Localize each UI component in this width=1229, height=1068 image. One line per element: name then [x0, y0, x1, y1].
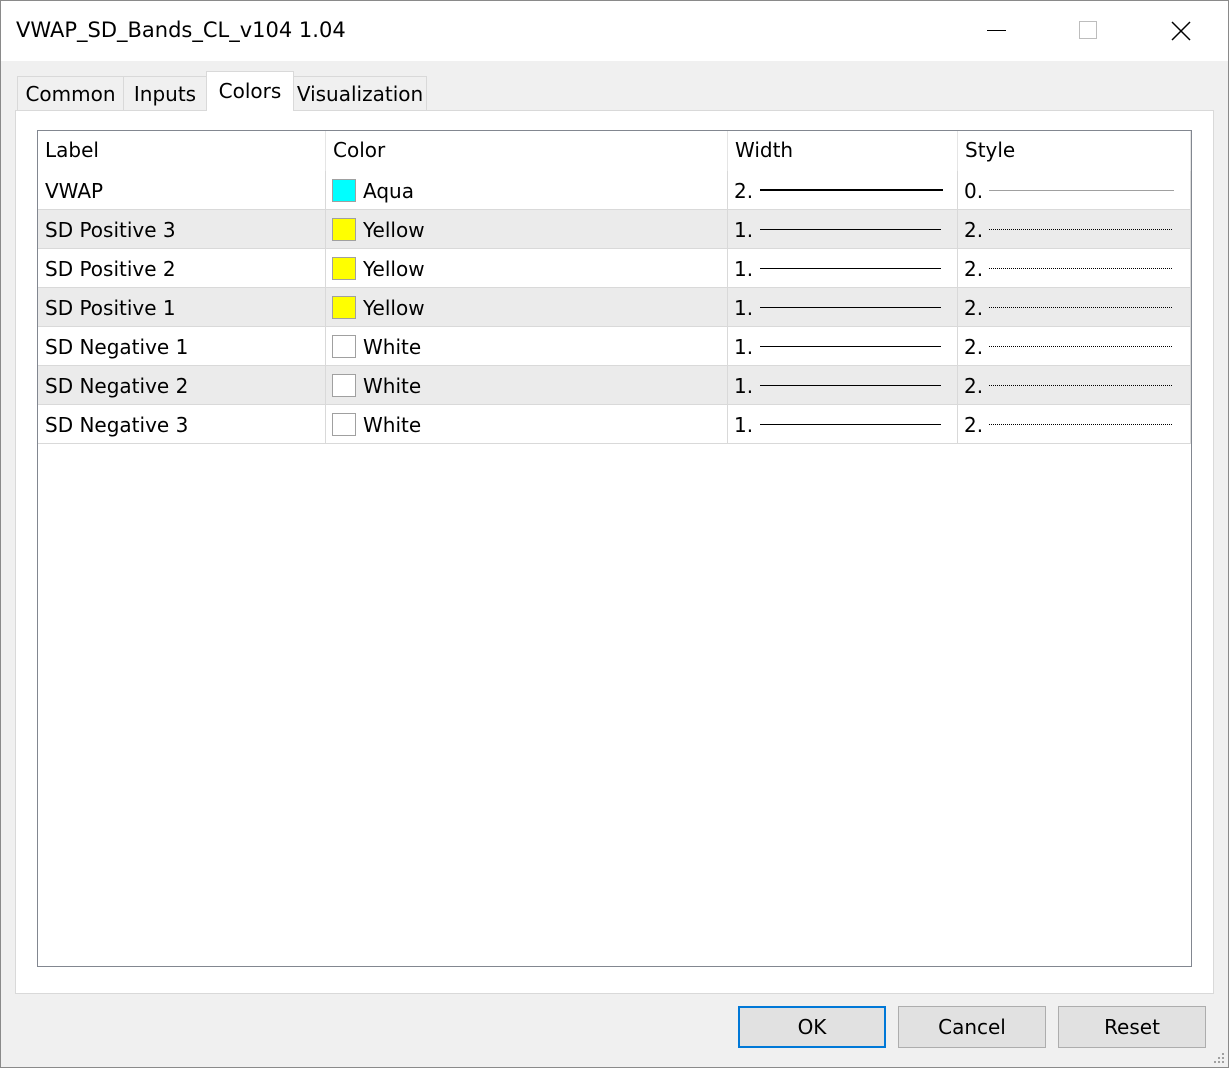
column-separator	[957, 249, 958, 287]
color-name[interactable]: White	[363, 405, 663, 443]
column-separator	[1190, 405, 1191, 443]
line-width-preview[interactable]	[760, 346, 941, 347]
column-separator	[957, 171, 958, 209]
column-header-label[interactable]: Label	[38, 131, 326, 171]
color-name[interactable]: Yellow	[363, 249, 663, 287]
row-label: VWAP	[45, 179, 104, 203]
column-separator	[1190, 249, 1191, 287]
row-label: SD Positive 1	[45, 296, 176, 320]
color-swatch[interactable]	[332, 257, 356, 280]
cancel-button[interactable]: Cancel	[898, 1006, 1046, 1048]
column-separator	[1190, 366, 1191, 404]
column-separator	[957, 210, 958, 248]
tab-visualization[interactable]: Visualization	[293, 76, 427, 110]
reset-button[interactable]: Reset	[1058, 1006, 1206, 1048]
column-separator	[957, 327, 958, 365]
color-swatch[interactable]	[332, 335, 356, 358]
table-row[interactable]: SD Negative 3 White 1. 2.	[38, 405, 1191, 444]
column-separator	[727, 288, 728, 326]
column-divider[interactable]	[727, 131, 728, 171]
color-name[interactable]: White	[363, 327, 663, 365]
column-divider[interactable]	[325, 131, 326, 171]
maximize-button[interactable]	[1043, 1, 1135, 61]
column-divider[interactable]	[1190, 131, 1191, 171]
colors-list[interactable]: Label Color Width Style VWAP Aqua 2. 0. SD P…	[37, 130, 1192, 967]
column-header-style[interactable]: Style	[958, 131, 1191, 171]
column-separator	[957, 288, 958, 326]
line-width-preview[interactable]	[760, 268, 941, 269]
column-separator	[727, 249, 728, 287]
column-separator	[727, 405, 728, 443]
column-separator	[325, 288, 326, 326]
resize-grip-icon[interactable]	[1213, 1052, 1225, 1064]
color-swatch[interactable]	[332, 179, 356, 202]
column-separator	[325, 210, 326, 248]
color-name[interactable]: Aqua	[363, 171, 663, 209]
table-row[interactable]: VWAP Aqua 2. 0.	[38, 171, 1191, 210]
line-width-preview[interactable]	[760, 424, 941, 425]
column-separator	[1190, 327, 1191, 365]
column-header-width[interactable]: Width	[728, 131, 958, 171]
tab-colors[interactable]: Colors	[206, 71, 294, 111]
color-swatch[interactable]	[332, 218, 356, 241]
row-label: SD Negative 1	[45, 335, 189, 359]
color-name[interactable]: Yellow	[363, 210, 663, 248]
close-icon	[1171, 21, 1191, 41]
row-label: SD Negative 3	[45, 413, 189, 437]
line-style-preview[interactable]	[989, 190, 1174, 191]
color-name[interactable]: Yellow	[363, 288, 663, 326]
line-style-preview[interactable]	[989, 385, 1172, 386]
column-separator	[727, 210, 728, 248]
line-width-preview[interactable]	[760, 385, 941, 386]
ok-button[interactable]: OK	[738, 1006, 886, 1048]
tab-inputs[interactable]: Inputs	[123, 76, 207, 110]
color-swatch[interactable]	[332, 413, 356, 436]
line-width-preview[interactable]	[760, 189, 943, 191]
table-row[interactable]: SD Positive 2 Yellow 1. 2.	[38, 249, 1191, 288]
column-header-color[interactable]: Color	[326, 131, 728, 171]
line-style-preview[interactable]	[989, 346, 1172, 347]
minimize-button[interactable]	[951, 1, 1043, 61]
table-row[interactable]: SD Negative 1 White 1. 2.	[38, 327, 1191, 366]
column-separator	[1190, 210, 1191, 248]
color-swatch[interactable]	[332, 296, 356, 319]
column-separator	[325, 405, 326, 443]
column-separator	[1190, 171, 1191, 209]
row-label: SD Positive 3	[45, 218, 176, 242]
table-row[interactable]: SD Negative 2 White 1. 2.	[38, 366, 1191, 405]
line-style-preview[interactable]	[989, 268, 1172, 269]
column-separator	[1190, 288, 1191, 326]
column-separator	[727, 366, 728, 404]
column-separator	[325, 366, 326, 404]
column-separator	[325, 327, 326, 365]
column-separator	[325, 171, 326, 209]
column-divider[interactable]	[957, 131, 958, 171]
table-row[interactable]: SD Positive 3 Yellow 1. 2.	[38, 210, 1191, 249]
line-style-preview[interactable]	[989, 424, 1172, 425]
row-label: SD Positive 2	[45, 257, 176, 281]
line-width-preview[interactable]	[760, 307, 941, 308]
column-separator	[957, 405, 958, 443]
line-width-preview[interactable]	[760, 229, 941, 230]
table-row[interactable]: SD Positive 1 Yellow 1. 2.	[38, 288, 1191, 327]
row-label: SD Negative 2	[45, 374, 189, 398]
column-separator	[957, 366, 958, 404]
column-separator	[325, 249, 326, 287]
line-style-preview[interactable]	[989, 307, 1172, 308]
tab-common[interactable]: Common	[17, 76, 124, 110]
column-separator	[727, 171, 728, 209]
color-name[interactable]: White	[363, 366, 663, 404]
window-title: VWAP_SD_Bands_CL_v104 1.04	[16, 18, 346, 42]
line-style-preview[interactable]	[989, 229, 1172, 230]
title-bar[interactable]: VWAP_SD_Bands_CL_v104 1.04	[1, 1, 1228, 61]
color-swatch[interactable]	[332, 374, 356, 397]
close-button[interactable]	[1135, 1, 1227, 61]
column-separator	[727, 327, 728, 365]
